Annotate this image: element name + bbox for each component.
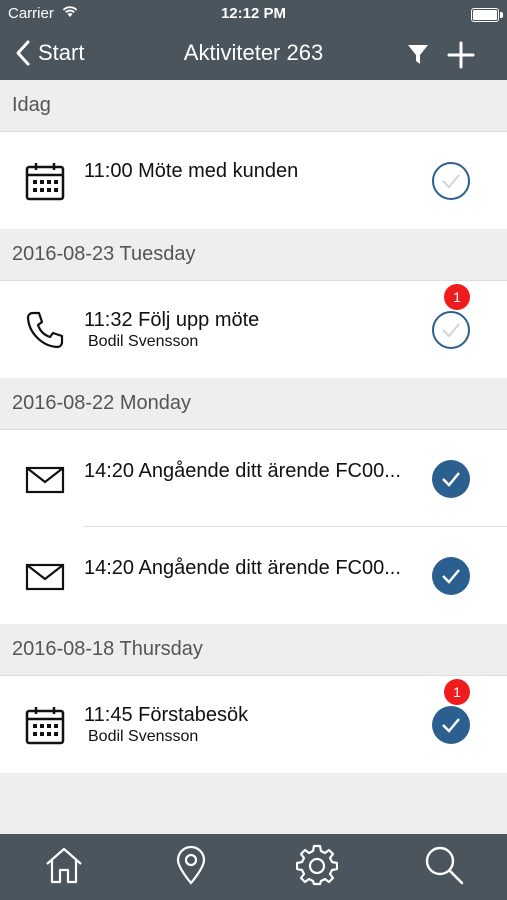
- calendar-icon: [25, 707, 65, 745]
- mail-icon: [25, 563, 65, 591]
- filter-icon[interactable]: [406, 42, 430, 66]
- activity-contact: Bodil Svensson: [88, 333, 199, 350]
- notification-badge: 1: [444, 679, 470, 705]
- checkmark-circle-icon[interactable]: [431, 161, 471, 201]
- search-icon[interactable]: [423, 844, 465, 886]
- activity-row[interactable]: 11:32 Följ upp möte Bodil Svensson 1: [0, 281, 507, 378]
- mail-icon: [25, 466, 65, 494]
- activity-list[interactable]: Idag 11:00 Möte med kunden 2016-08-23 Tu…: [0, 80, 507, 834]
- status-bar: Carrier 12:12 PM: [0, 0, 507, 28]
- section-header: 2016-08-23 Tuesday: [0, 229, 507, 281]
- activity-row[interactable]: 14:20 Angående ditt ärende FC00...: [0, 430, 507, 527]
- section-header: 2016-08-22 Monday: [0, 378, 507, 430]
- activity-title: 14:20 Angående ditt ärende FC00...: [84, 460, 401, 482]
- activity-title: 14:20 Angående ditt ärende FC00...: [84, 557, 401, 579]
- section-header: Idag: [0, 80, 507, 132]
- clock: 12:12 PM: [220, 5, 287, 22]
- activity-row[interactable]: 11:00 Möte med kunden: [0, 132, 507, 229]
- activity-title: 11:32 Följ upp möte: [84, 309, 260, 331]
- location-pin-icon[interactable]: [170, 844, 212, 886]
- activity-row[interactable]: 14:20 Angående ditt ärende FC00...: [0, 527, 507, 624]
- settings-gear-icon[interactable]: [296, 844, 338, 886]
- page-title: Aktiviteter 263: [183, 40, 324, 65]
- activity-title: 11:45 Förstabesök: [84, 704, 249, 726]
- checkmark-circle-filled-icon[interactable]: [431, 556, 471, 596]
- home-icon[interactable]: [43, 844, 85, 886]
- activity-contact: Bodil Svensson: [88, 728, 199, 745]
- tab-bar: [0, 834, 507, 900]
- calendar-icon: [25, 163, 65, 201]
- section-header: 2016-08-18 Thursday: [0, 624, 507, 676]
- phone-icon: [26, 311, 64, 349]
- battery-icon: [471, 8, 503, 22]
- activity-row[interactable]: 11:45 Förstabesök Bodil Svensson 1: [0, 676, 507, 773]
- notification-badge: 1: [444, 284, 470, 310]
- checkmark-circle-filled-icon[interactable]: [431, 705, 471, 745]
- activity-title: 11:00 Möte med kunden: [84, 160, 299, 182]
- add-icon[interactable]: [446, 40, 476, 70]
- checkmark-circle-icon[interactable]: [431, 310, 471, 350]
- navigation-bar: Start Aktiviteter 263: [0, 28, 507, 80]
- checkmark-circle-filled-icon[interactable]: [431, 459, 471, 499]
